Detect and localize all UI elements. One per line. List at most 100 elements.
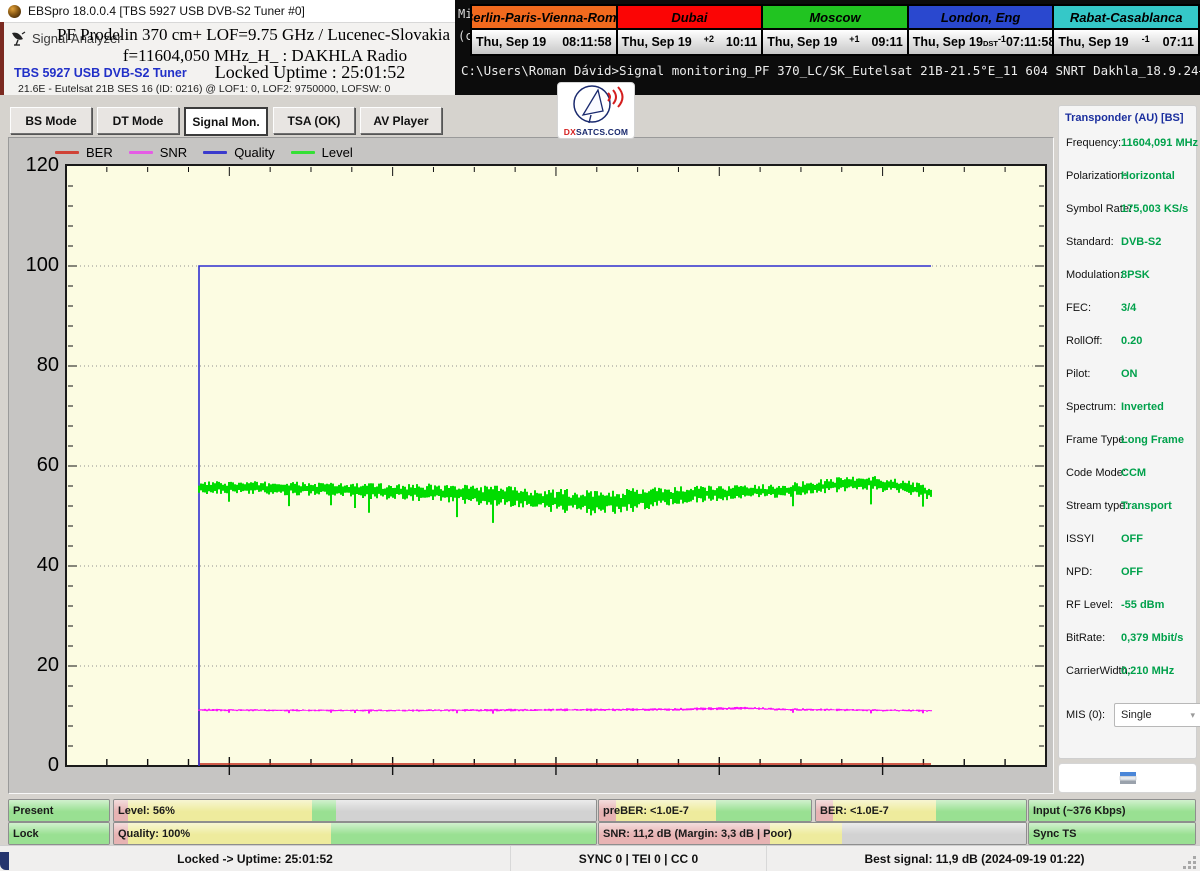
bar-label: Present [13, 804, 54, 817]
chart-svg [65, 164, 1047, 775]
tab-tsa-ok-[interactable]: TSA (OK) [273, 107, 355, 134]
y-axis-label: 80 [36, 354, 59, 376]
window-corner [0, 852, 9, 870]
bar-segment [330, 823, 596, 844]
transponder-row-frequency-: Frequency: 11604,091 MHz [1066, 137, 1198, 151]
transponder-row-modulation-: Modulation: 8PSK [1066, 269, 1192, 283]
transponder-row-label: Modulation: [1066, 269, 1123, 281]
clock-time-row: Thu, Sep 19 +2 10:11 [617, 30, 762, 54]
clock-4: Rabat-Casablanca Thu, Sep 19 -1 07:11 [1053, 4, 1200, 56]
transponder-row-carrierwidth-: CarrierWidth: 0,210 MHz [1066, 665, 1192, 679]
transponder-row-value: Horizontal [1121, 170, 1175, 182]
transponder-row-symbol-rate-: Symbol Rate: 175,003 KS/s [1066, 203, 1192, 217]
transport-list-button[interactable] [1058, 763, 1197, 793]
clock-time-value: 09:11 [871, 35, 903, 49]
transponder-row-label: Spectrum: [1066, 401, 1117, 413]
ebspro-window-title: EBSpro 18.0.0.4 [TBS 5927 USB DVB-S2 Tun… [28, 4, 305, 18]
bar-label: Level: 56% [118, 804, 175, 817]
world-clocks: Berlin-Paris-Vienna-Roma Thu, Sep 19 08:11… [470, 4, 1200, 56]
clock-date: Thu, Sep 19 [621, 35, 692, 49]
mis-label: MIS (0): [1066, 709, 1106, 721]
transponder-row-label: RF Level: [1066, 599, 1114, 611]
bar-label: Lock [13, 827, 39, 840]
tab-signal-mon-[interactable]: Signal Mon. [184, 107, 268, 136]
antenna-header: PF Prodelin 370 cm+ LOF=9.75 GHz / Lucen… [56, 25, 451, 44]
y-axis-label: 40 [36, 554, 59, 576]
clock-utc-offset: +2 [703, 34, 714, 44]
signal-bar-input-376-kbps-: Input (~376 Kbps) [1028, 799, 1196, 822]
mis-dropdown[interactable]: Single ▾ [1114, 703, 1200, 727]
transponder-row-rolloff-: RollOff: 0.20 [1066, 335, 1192, 349]
clock-date: Thu, Sep 19 [476, 35, 547, 49]
clock-1: Dubai Thu, Sep 19 +2 10:11 [616, 4, 763, 56]
signal-bar-quality: Quality: 100% [113, 822, 597, 845]
status-sync-counters: SYNC 0 | TEI 0 | CC 0 [511, 846, 767, 871]
clock-city-header: Berlin-Paris-Vienna-Roma [472, 6, 616, 30]
transponder-row-value: Transport [1121, 500, 1172, 512]
bar-segment [935, 800, 1026, 821]
y-axis-label: 100 [25, 254, 59, 276]
transponder-row-value: 175,003 KS/s [1121, 203, 1189, 215]
tab-dt-mode[interactable]: DT Mode [97, 107, 179, 134]
transponder-row-value: Long Frame [1121, 434, 1184, 446]
transponder-panel: Transponder (AU) [BS] Frequency: 11604,09… [1058, 105, 1200, 759]
transponder-row-label: Pilot: [1066, 368, 1091, 380]
signal-bar-present: Present [8, 799, 110, 822]
transponder-row-rf-level-: RF Level: -55 dBm [1066, 599, 1192, 613]
y-axis-label: 0 [47, 754, 59, 776]
transponder-row-issyi: ISSYI OFF [1066, 533, 1192, 547]
transponder-row-value: OFF [1121, 566, 1143, 578]
signal-bar-preber: preBER: <1.0E-7 [598, 799, 812, 822]
transponder-row-label: FEC: [1066, 302, 1092, 314]
chart-panel: BER SNR Quality Level 0 20 40 60 80 100 120 [8, 137, 1054, 794]
transponder-row-stream-type-: Stream type: Transport [1066, 500, 1192, 514]
transponder-row-value: 0,379 Mbit/s [1121, 632, 1184, 644]
locked-uptime: Locked Uptime : 25:01:52 [214, 62, 406, 82]
clock-time-row: Thu, Sep 19 DST-1 07:11:58 [908, 30, 1055, 54]
status-best-signal: Best signal: 11,9 dB (2024-09-19 01:22) [864, 851, 1085, 866]
ebspro-app-icon [8, 5, 21, 18]
clock-offset: +1 [849, 34, 860, 49]
list-icon [1119, 772, 1136, 784]
satellite-dish-logo-icon [573, 85, 624, 124]
resize-grip[interactable] [1193, 856, 1196, 859]
y-axis-label: 120 [25, 154, 59, 176]
transponder-row-polarization-: Polarization: Horizontal [1066, 170, 1192, 184]
status-uptime: Locked -> Uptime: 25:01:52 [0, 846, 511, 871]
clock-time-value: 10:11 [725, 35, 758, 49]
tab-av-player[interactable]: AV Player [360, 107, 442, 134]
transponder-row-value: 3/4 [1121, 302, 1137, 314]
signal-bar-lock: Lock [8, 822, 110, 845]
transponder-row-value: OFF [1121, 533, 1143, 545]
ebspro-window: EBSpro 18.0.0.4 [TBS 5927 USB DVB-S2 Tun… [0, 0, 455, 95]
clock-dst-flag: DST [982, 39, 998, 48]
ebspro-titlebar: EBSpro 18.0.0.4 [TBS 5927 USB DVB-S2 Tun… [0, 0, 455, 23]
transponder-row-value: 11604,091 MHz [1121, 137, 1199, 149]
transponder-row-label: Standard: [1066, 236, 1114, 248]
transponder-row-label: Polarization: [1066, 170, 1127, 182]
transponder-row-code-mode-: Code Mode: CCM [1066, 467, 1192, 481]
clock-utc-offset: +1 [849, 34, 860, 44]
clock-offset: DST-1 [982, 34, 1006, 49]
clock-city-header: London, Eng [908, 6, 1053, 30]
transponder-row-value: 8PSK [1121, 269, 1150, 281]
dxsatcs-logo-text: DXSATCS.COM [563, 127, 629, 137]
tab-bs-mode[interactable]: BS Mode [10, 107, 92, 134]
transponder-row-label: Frequency: [1066, 137, 1122, 149]
signal-bar-ber: BER: <1.0E-7 [815, 799, 1027, 822]
transponder-row-label: Code Mode: [1066, 467, 1126, 479]
bar-segment [311, 800, 336, 821]
console-prompt-line: C:\Users\Roman Dávid>Signal monitoring_P… [461, 63, 1200, 78]
clock-time-row: Thu, Sep 19 08:11:58 [472, 30, 616, 54]
transponder-row-value: ON [1121, 368, 1138, 380]
transponder-row-bitrate-: BitRate: 0,379 Mbit/s [1066, 632, 1192, 646]
transponder-row-standard-: Standard: DVB-S2 [1066, 236, 1192, 250]
transponder-row-label: Frame Type: [1066, 434, 1128, 446]
clock-offset: -1 [1142, 34, 1150, 49]
clock-time-row: Thu, Sep 19 +1 09:11 [763, 30, 907, 54]
bar-label: Quality: 100% [118, 827, 191, 840]
signal-bar-level: Level: 56% [113, 799, 597, 822]
transponder-row-pilot-: Pilot: ON [1066, 368, 1192, 382]
signal-bar-snr: SNR: 11,2 dB (Margin: 3,3 dB | Poor) [598, 822, 1027, 845]
clock-time-value: 08:11:58 [562, 35, 612, 49]
